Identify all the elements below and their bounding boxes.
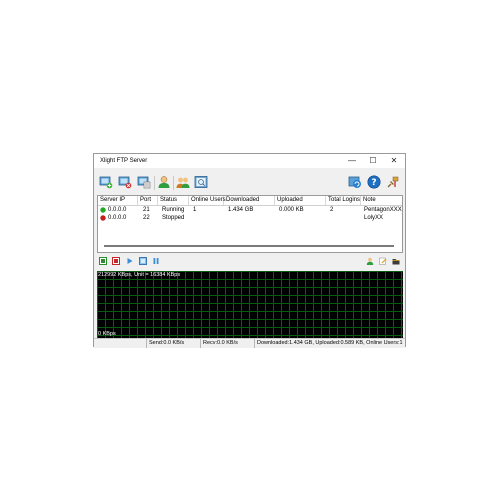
server-table: Server IP Port Status Online Users Downl… <box>97 195 403 253</box>
cell-status: Stopped <box>162 215 185 221</box>
edit-icon[interactable] <box>379 257 387 265</box>
help-icon[interactable]: ? <box>367 175 381 189</box>
maximize-button[interactable]: ☐ <box>365 154 381 168</box>
column-header-server-ip[interactable]: Server IP <box>98 196 138 205</box>
cell-port: 21 <box>143 207 150 213</box>
pause-icon[interactable] <box>152 257 160 265</box>
cell-server-ip: 0.0.0.0 <box>108 215 127 221</box>
update-icon[interactable] <box>348 175 362 189</box>
bandwidth-graph: 212992 KBps, Unit = 16384 KBps 0 KBps <box>97 271 403 338</box>
status-summary: Downloaded:1.434 GB, Uploaded:0.589 KB, … <box>254 339 405 348</box>
column-header-note[interactable]: Note <box>361 196 402 205</box>
users-group-icon[interactable] <box>176 175 190 189</box>
window-icon[interactable] <box>139 257 147 265</box>
table-row[interactable]: 0.0.0.0 22 Stopped LolyXX <box>98 214 402 222</box>
cell-downloaded: 1.434 GB <box>228 207 254 213</box>
column-header-uploaded[interactable]: Uploaded <box>275 196 326 205</box>
settings-icon[interactable] <box>386 175 400 189</box>
delete-server-icon[interactable] <box>118 175 132 189</box>
horizontal-scrollbar[interactable] <box>104 245 394 247</box>
column-header-downloaded[interactable]: Downloaded <box>224 196 275 205</box>
cell-total-logins: 2 <box>330 207 334 213</box>
cell-downloaded <box>226 214 228 222</box>
column-header-online-users[interactable]: Online Users <box>189 196 226 205</box>
view-log-icon[interactable] <box>194 175 208 189</box>
folder-icon[interactable] <box>392 257 400 265</box>
table-row[interactable]: 0.0.0.0 21 Running 1 1.434 GB 0.000 KB 2… <box>98 206 402 214</box>
column-header-port[interactable]: Port <box>138 196 158 205</box>
server-control-bar <box>94 255 405 269</box>
cell-uploaded: 0.000 KB <box>279 207 304 213</box>
cell-port: 22 <box>143 215 150 221</box>
cell-note: LolyXX <box>364 215 384 221</box>
status-send: Send:0.0 KB/s <box>146 339 200 348</box>
main-window: Xlight FTP Server — ☐ ✕ ? Server IP Port… <box>93 153 406 348</box>
cell-uploaded <box>277 214 279 222</box>
server-state-dot <box>100 215 106 221</box>
cell-note: PentagonXXX <box>364 207 402 213</box>
toolbar-separator <box>154 176 155 190</box>
cell-total-logins <box>328 214 330 222</box>
server-properties-icon[interactable] <box>137 175 151 189</box>
user-icon[interactable] <box>157 175 171 189</box>
close-button[interactable]: ✕ <box>386 154 402 168</box>
graph-bottom-label: 0 KBps <box>98 331 116 337</box>
title-bar[interactable]: Xlight FTP Server — ☐ ✕ <box>94 154 405 168</box>
column-header-total-logins[interactable]: Total Logins <box>326 196 361 205</box>
cell-online-users <box>191 214 193 222</box>
toolbar: ? <box>94 172 405 194</box>
status-recv: Recv:0.0 KB/s <box>200 339 254 348</box>
cell-server-ip: 0.0.0.0 <box>108 207 127 213</box>
toolbar-separator <box>173 176 174 190</box>
add-server-icon[interactable] <box>99 175 113 189</box>
minimize-button[interactable]: — <box>344 154 360 168</box>
stop-icon[interactable] <box>112 257 120 265</box>
cell-online-users: 1 <box>193 207 197 213</box>
window-title: Xlight FTP Server <box>100 158 148 164</box>
status-bar: Send:0.0 KB/s Recv:0.0 KB/s Downloaded:1… <box>94 338 405 348</box>
start-icon[interactable] <box>99 257 107 265</box>
graph-top-label: 212992 KBps, Unit = 16384 KBps <box>98 272 181 278</box>
server-state-dot <box>100 207 106 213</box>
svg-text:?: ? <box>371 178 376 188</box>
account-icon[interactable] <box>366 257 374 265</box>
play-icon[interactable] <box>126 257 134 265</box>
table-header: Server IP Port Status Online Users Downl… <box>98 196 402 206</box>
cell-status: Running <box>162 207 185 213</box>
column-header-status[interactable]: Status <box>158 196 189 205</box>
